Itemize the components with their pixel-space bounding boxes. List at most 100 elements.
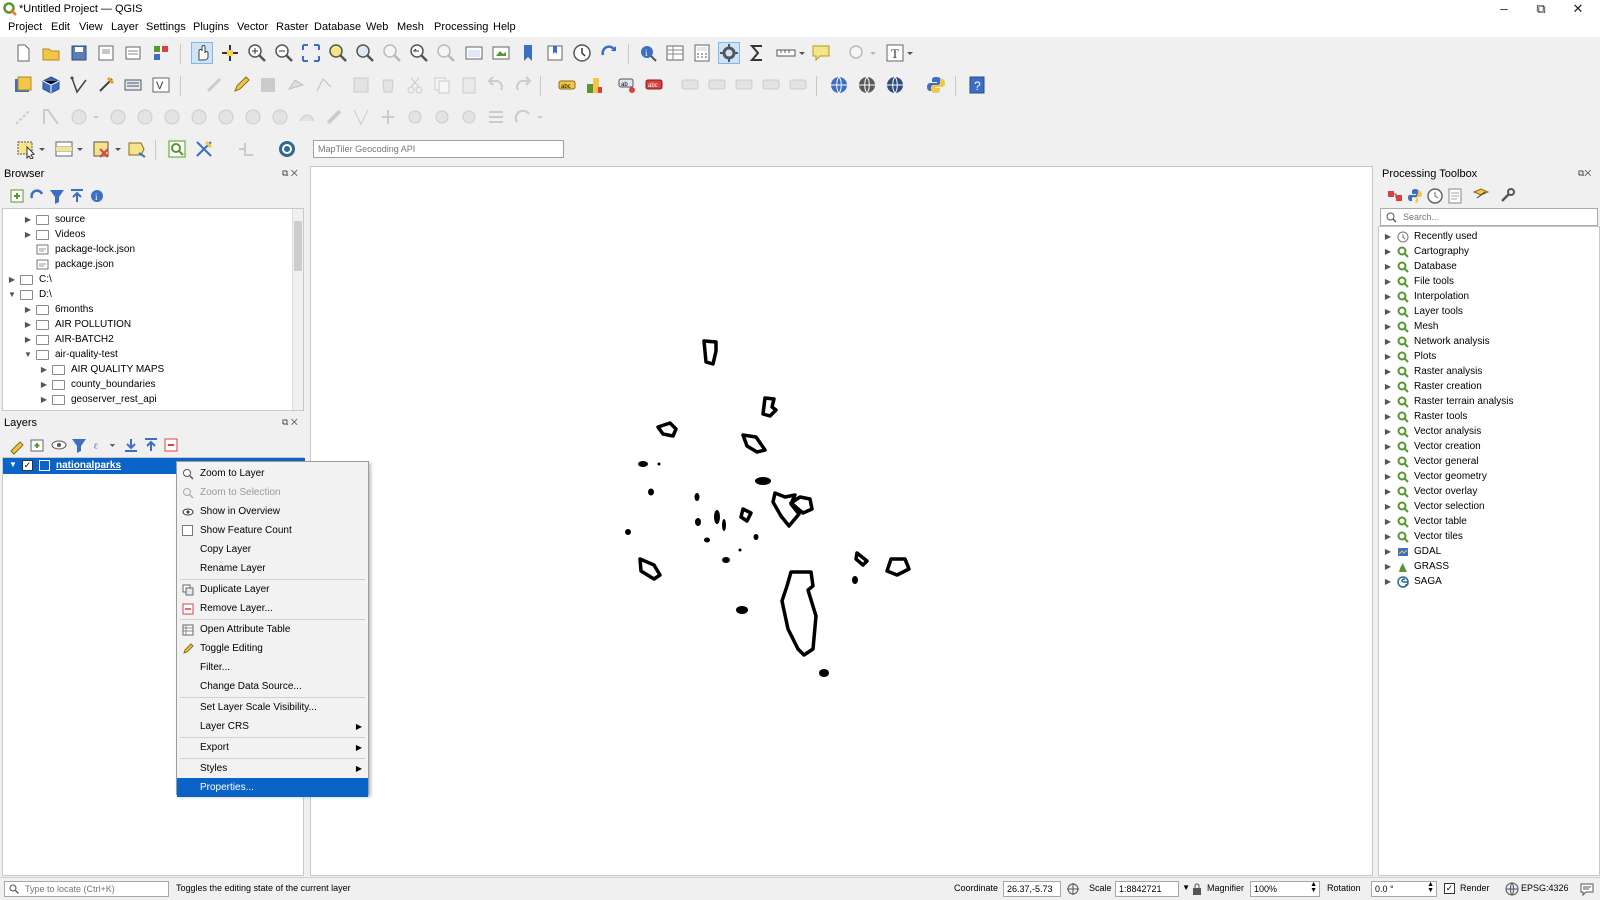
python-console-icon[interactable]	[925, 74, 947, 96]
new-temporary-layer-icon[interactable]	[95, 74, 117, 96]
trim-extend-icon[interactable]	[431, 106, 453, 128]
remove-layer-icon[interactable]	[160, 434, 182, 456]
layer-expand-arrow[interactable]: ▼	[9, 460, 17, 469]
menu-web[interactable]: Web	[366, 21, 388, 33]
select-value-icon[interactable]	[845, 42, 879, 64]
add-ring-icon[interactable]	[68, 106, 102, 128]
collapse-all-layers-icon[interactable]	[140, 434, 162, 456]
label-properties-icon[interactable]	[787, 74, 809, 96]
scrollbar-thumb[interactable]	[294, 221, 302, 271]
locator-search-icon[interactable]	[166, 138, 188, 160]
expand-all-icon[interactable]	[120, 434, 142, 456]
collapse-all-icon[interactable]	[66, 185, 88, 207]
tool-group-vector-general[interactable]: ▶ Vector general	[1383, 454, 1479, 469]
processing-toolbox-icon[interactable]	[718, 42, 740, 64]
toolbox-dock-buttons[interactable]: ⧉✕	[1578, 168, 1591, 179]
vertex-tool-icon[interactable]	[313, 74, 335, 96]
minimize-button[interactable]: –	[1486, 0, 1522, 19]
zoom-to-selection-icon[interactable]	[327, 42, 349, 64]
wms-layer-icon[interactable]	[828, 74, 850, 96]
new-virtual-layer-icon[interactable]	[122, 74, 144, 96]
menu-settings[interactable]: Settings	[146, 21, 186, 33]
menu-duplicate-layer[interactable]: Duplicate Layer	[177, 580, 368, 599]
copy-features-icon[interactable]	[431, 74, 453, 96]
expression-select-icon[interactable]	[193, 138, 215, 160]
identify-features-icon[interactable]: i	[637, 42, 659, 64]
deselect-all-icon[interactable]	[90, 138, 124, 160]
zoom-in-icon[interactable]	[246, 42, 268, 64]
menu-layer[interactable]: Layer	[111, 21, 139, 33]
tool-group-vector-geometry[interactable]: ▶ Vector geometry	[1383, 469, 1487, 484]
menu-zoom-to-layer[interactable]: Zoom to Layer	[177, 464, 368, 483]
tool-group-gdal[interactable]: ▶ GDAL	[1383, 544, 1441, 559]
delete-selected-icon[interactable]	[377, 74, 399, 96]
temporal-controller-icon[interactable]	[571, 42, 593, 64]
delete-ring-icon[interactable]	[161, 106, 183, 128]
gps-icon[interactable]	[276, 138, 298, 160]
properties-widget-icon[interactable]: i	[86, 185, 108, 207]
menu-filter[interactable]: Filter...	[177, 658, 368, 677]
select-features-icon[interactable]	[14, 138, 48, 160]
rotate-label-icon[interactable]	[706, 74, 728, 96]
style-manager-icon[interactable]	[150, 42, 172, 64]
locator-input[interactable]: Type to locate (Ctrl+K)	[4, 881, 169, 897]
options-icon[interactable]	[1496, 185, 1518, 207]
label-toolbar-icon[interactable]: abc	[556, 74, 578, 96]
layer-visibility-checkbox[interactable]: ✓	[22, 460, 33, 471]
tree-item-air-batch2[interactable]: ▶ AIR-BATCH2	[23, 332, 114, 347]
tool-group-layer-tools[interactable]: ▶ Layer tools	[1383, 304, 1463, 319]
cut-features-icon[interactable]	[404, 74, 426, 96]
open-layer-styling-icon[interactable]	[6, 434, 28, 456]
refresh-browser-icon[interactable]	[26, 185, 48, 207]
add-virtual-layer-icon[interactable]: V	[150, 74, 172, 96]
show-hide-labels-icon[interactable]	[760, 74, 782, 96]
menu-set-layer-scale-visibility[interactable]: Set Layer Scale Visibility...	[177, 698, 368, 717]
new-3d-map-view-icon[interactable]	[490, 42, 512, 64]
tree-item-videos[interactable]: ▶ Videos	[23, 227, 85, 242]
text-annotation-icon[interactable]: T	[884, 42, 918, 64]
menu-project[interactable]: Project	[8, 21, 42, 33]
edit-features-in-place-icon[interactable]	[1470, 185, 1492, 207]
spinner-arrows-icon[interactable]: ▲ ▼	[1427, 881, 1434, 894]
save-project-icon[interactable]	[68, 42, 90, 64]
lock-scale-icon[interactable]	[1192, 883, 1202, 895]
restore-button[interactable]: ⧉	[1523, 0, 1559, 19]
toggle-editing-icon[interactable]	[230, 74, 252, 96]
filter-browser-icon[interactable]	[46, 185, 68, 207]
modify-attributes-icon[interactable]	[350, 74, 372, 96]
wfs-layer-icon[interactable]	[884, 74, 906, 96]
tool-group-file-tools[interactable]: ▶ File tools	[1383, 274, 1454, 289]
current-edits-icon[interactable]	[203, 74, 225, 96]
map-tips-icon[interactable]	[810, 42, 832, 64]
zoom-to-layer-icon[interactable]	[354, 42, 376, 64]
add-part-icon[interactable]	[134, 106, 156, 128]
tool-group-raster-terrain-analysis[interactable]: ▶ Raster terrain analysis	[1383, 394, 1513, 409]
add-selected-layers-icon[interactable]	[6, 185, 28, 207]
fill-ring-icon[interactable]	[107, 106, 129, 128]
toolbox-search-input[interactable]: Search...	[1380, 208, 1598, 226]
coordinate-field[interactable]: 26.37,-5.73	[1003, 881, 1061, 897]
filter-by-expression-icon[interactable]: ε	[90, 434, 120, 456]
wcs-layer-icon[interactable]	[856, 74, 878, 96]
show-bookmarks-icon[interactable]	[544, 42, 566, 64]
reverse-line-icon[interactable]	[512, 106, 546, 128]
close-button[interactable]: ✕	[1560, 0, 1596, 19]
messages-icon[interactable]	[1580, 882, 1594, 897]
history-icon[interactable]	[1424, 185, 1446, 207]
align-icon[interactable]	[485, 106, 507, 128]
scripts-icon[interactable]	[1404, 185, 1426, 207]
tree-item-geoserver-rest-api[interactable]: ▶ geoserver_rest_api	[39, 392, 157, 407]
results-viewer-icon[interactable]	[1444, 185, 1466, 207]
tool-group-raster-analysis[interactable]: ▶ Raster analysis	[1383, 364, 1482, 379]
menu-styles[interactable]: Styles ▶	[177, 759, 368, 778]
add-feature-icon[interactable]	[285, 74, 307, 96]
menu-toggle-editing[interactable]: Toggle Editing	[177, 639, 368, 658]
tree-item-6months[interactable]: ▶ 6months	[23, 302, 93, 317]
open-project-icon[interactable]	[40, 42, 62, 64]
tree-item-air-pollution[interactable]: ▶ AIR POLLUTION	[23, 317, 131, 332]
select-by-attribute-icon[interactable]	[52, 138, 86, 160]
zoom-last-icon[interactable]	[408, 42, 430, 64]
render-checkbox[interactable]: ✓	[1444, 883, 1455, 894]
offset-curve-icon[interactable]	[242, 106, 264, 128]
help-icon[interactable]: ?	[966, 74, 988, 96]
